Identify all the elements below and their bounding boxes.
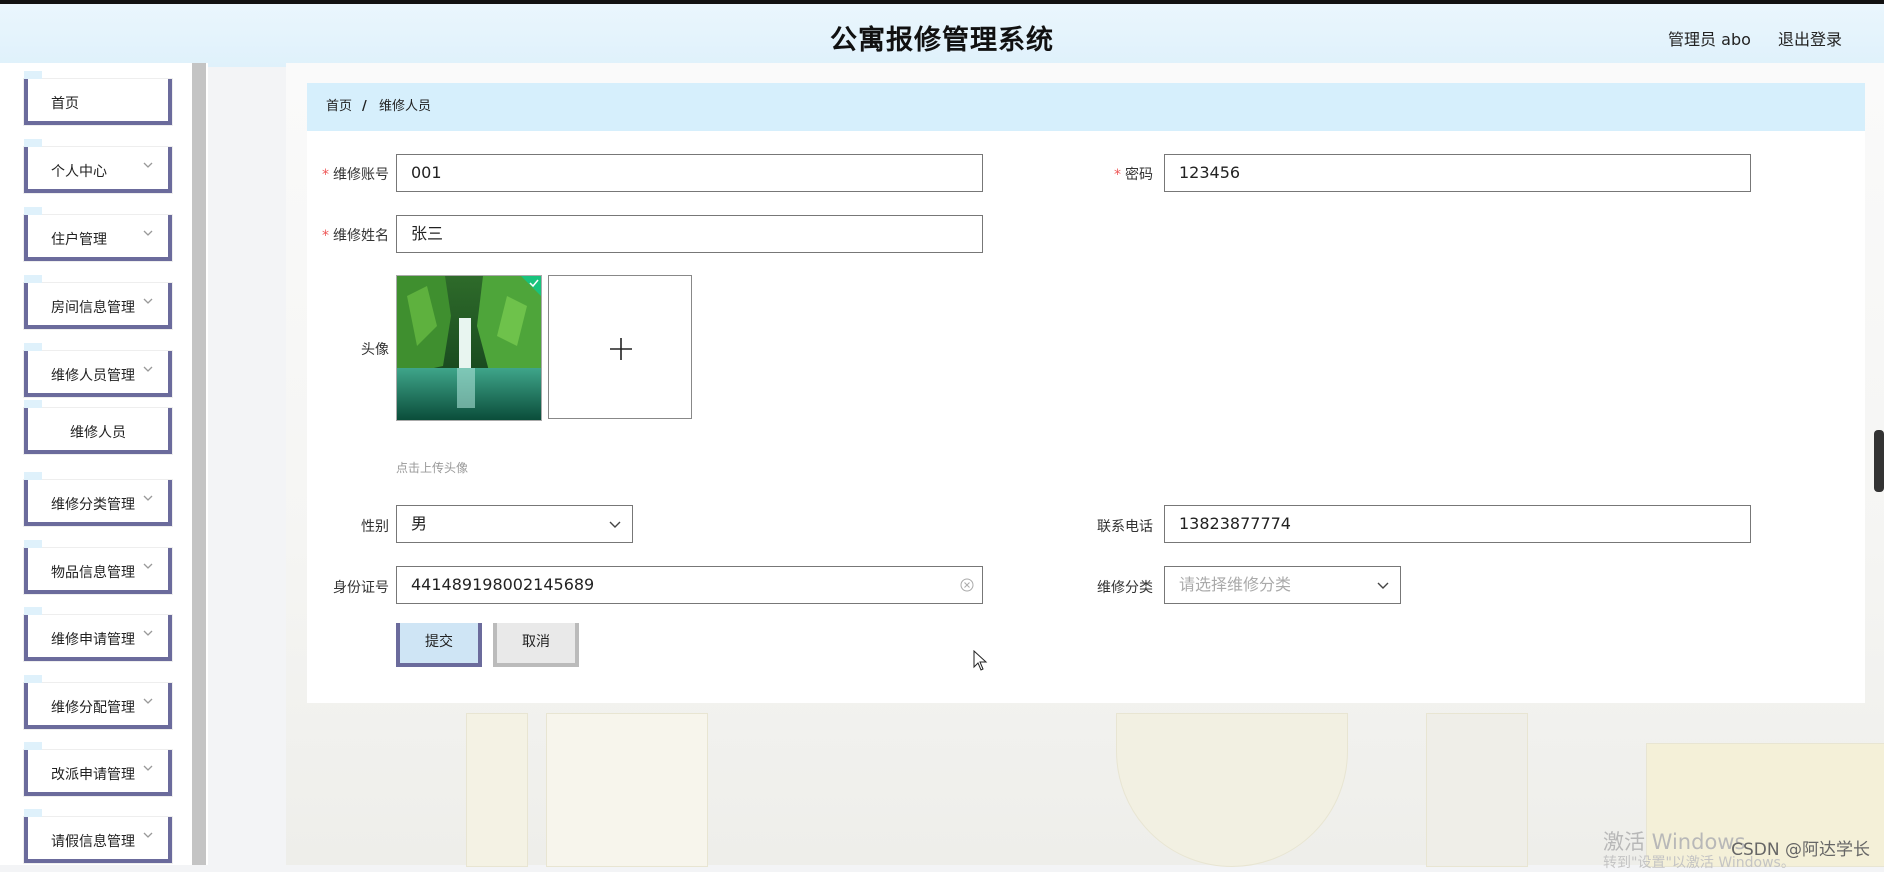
- plus-icon: [610, 338, 632, 360]
- sidebar-item-label: 个人中心: [51, 164, 107, 180]
- account-input[interactable]: 001: [396, 154, 983, 192]
- chevron-down-icon: [143, 495, 153, 501]
- user-area: 管理员 abo 退出登录: [1646, 26, 1842, 50]
- decor-block: [1116, 713, 1348, 867]
- decor-block: [1426, 713, 1528, 867]
- decor-block: [546, 713, 708, 867]
- required-mark: *: [322, 167, 329, 183]
- sidebar-item-repair-assign[interactable]: 维修分配管理: [24, 675, 172, 729]
- name-label: * 维修姓名: [289, 225, 389, 245]
- mouse-cursor-icon: [973, 650, 988, 671]
- chevron-down-icon: [143, 230, 153, 236]
- csdn-watermark: CSDN @阿达学长: [1731, 840, 1870, 860]
- decor-block: [466, 713, 528, 867]
- sidebar-item-room-info[interactable]: 房间信息管理: [24, 275, 172, 329]
- sidebar-item-label: 房间信息管理: [51, 300, 135, 316]
- chevron-down-icon: [143, 162, 153, 168]
- sidebar-item-label: 改派申请管理: [51, 767, 135, 783]
- clear-icon[interactable]: [959, 577, 975, 593]
- gender-label: 性别: [361, 519, 389, 535]
- app-title: 公寓报修管理系统: [830, 25, 1054, 56]
- submit-button[interactable]: 提交: [396, 623, 482, 667]
- sidebar-item-repair-category[interactable]: 维修分类管理: [24, 472, 172, 526]
- sidebar-item-label: 维修人员管理: [51, 368, 135, 384]
- id-card-input[interactable]: 441489198002145689: [396, 566, 983, 604]
- chevron-down-icon: [143, 298, 153, 304]
- sidebar-item-label: 维修分类管理: [51, 497, 135, 513]
- chevron-down-icon: [143, 765, 153, 771]
- account-label: * 维修账号: [289, 164, 389, 184]
- password-label: * 密码: [1053, 164, 1153, 184]
- sidebar-item-label: 维修申请管理: [51, 632, 135, 648]
- sidebar-item-goods-info[interactable]: 物品信息管理: [24, 540, 172, 594]
- id-card-label: 身份证号: [333, 580, 389, 596]
- window-scroll-handle[interactable]: [1874, 430, 1884, 492]
- logout-link[interactable]: 退出登录: [1778, 30, 1842, 49]
- category-label: 维修分类: [1097, 580, 1153, 596]
- breadcrumb: 首页 / 维修人员: [307, 83, 1865, 131]
- gender-select[interactable]: 男: [396, 505, 633, 543]
- phone-label: 联系电话: [1097, 519, 1153, 535]
- sidebar-item-repairman-mgmt[interactable]: 维修人员管理: [24, 343, 172, 397]
- avatar-label: 头像: [361, 342, 389, 358]
- sidebar-item-personal-center[interactable]: 个人中心: [24, 139, 172, 193]
- breadcrumb-current: 维修人员: [379, 99, 432, 114]
- category-select[interactable]: 请选择维修分类: [1164, 566, 1401, 604]
- sidebar-item-reassign-request[interactable]: 改派申请管理: [24, 742, 172, 796]
- account-label-text: 维修账号: [333, 167, 389, 183]
- chevron-down-icon: [143, 630, 153, 636]
- sidebar-item-resident[interactable]: 住户管理: [24, 207, 172, 261]
- breadcrumb-separator: /: [362, 99, 367, 114]
- avatar-image[interactable]: [396, 275, 542, 421]
- phone-input[interactable]: 13823877774: [1164, 505, 1751, 543]
- sidebar-subitem-repairman[interactable]: 维修人员: [24, 400, 172, 454]
- breadcrumb-home[interactable]: 首页: [326, 83, 352, 131]
- sidebar-item-leave-info[interactable]: 请假信息管理: [24, 809, 172, 863]
- waterfall-image: [397, 276, 541, 420]
- password-input[interactable]: 123456: [1164, 154, 1751, 192]
- chevron-down-icon: [1377, 582, 1389, 589]
- admin-user-label: 管理员 abo: [1668, 30, 1751, 49]
- name-label-text: 维修姓名: [333, 228, 389, 244]
- sidebar-item-label: 物品信息管理: [51, 565, 135, 581]
- chevron-down-icon: [143, 563, 153, 569]
- sidebar-item-home[interactable]: 首页: [24, 71, 172, 125]
- sidebar-item-label: 住户管理: [51, 232, 107, 248]
- required-mark: *: [1114, 167, 1121, 183]
- chevron-down-icon: [143, 832, 153, 838]
- sidebar-scrollbar[interactable]: [192, 63, 206, 865]
- top-header: 公寓报修管理系统 管理员 abo 退出登录: [0, 0, 1884, 67]
- chevron-down-icon: [143, 698, 153, 704]
- sidebar-item-label: 请假信息管理: [51, 834, 135, 850]
- chevron-down-icon: [143, 366, 153, 372]
- sidebar-item-label: 维修人员: [70, 425, 126, 441]
- sidebar-item-label: 维修分配管理: [51, 700, 135, 716]
- sidebar-item-repair-request[interactable]: 维修申请管理: [24, 607, 172, 661]
- form-panel: 首页 / 维修人员 * 维修账号 001 * 密码 123456 * 维修姓名 张三 …: [307, 83, 1865, 703]
- sidebar-item-label: 首页: [51, 96, 79, 112]
- name-input[interactable]: 张三: [396, 215, 983, 253]
- password-label-text: 密码: [1125, 167, 1153, 183]
- chevron-down-icon: [609, 521, 621, 528]
- cancel-button[interactable]: 取消: [493, 623, 579, 667]
- upload-tip: 点击上传头像: [396, 461, 469, 475]
- required-mark: *: [322, 228, 329, 244]
- upload-avatar-button[interactable]: [548, 275, 692, 419]
